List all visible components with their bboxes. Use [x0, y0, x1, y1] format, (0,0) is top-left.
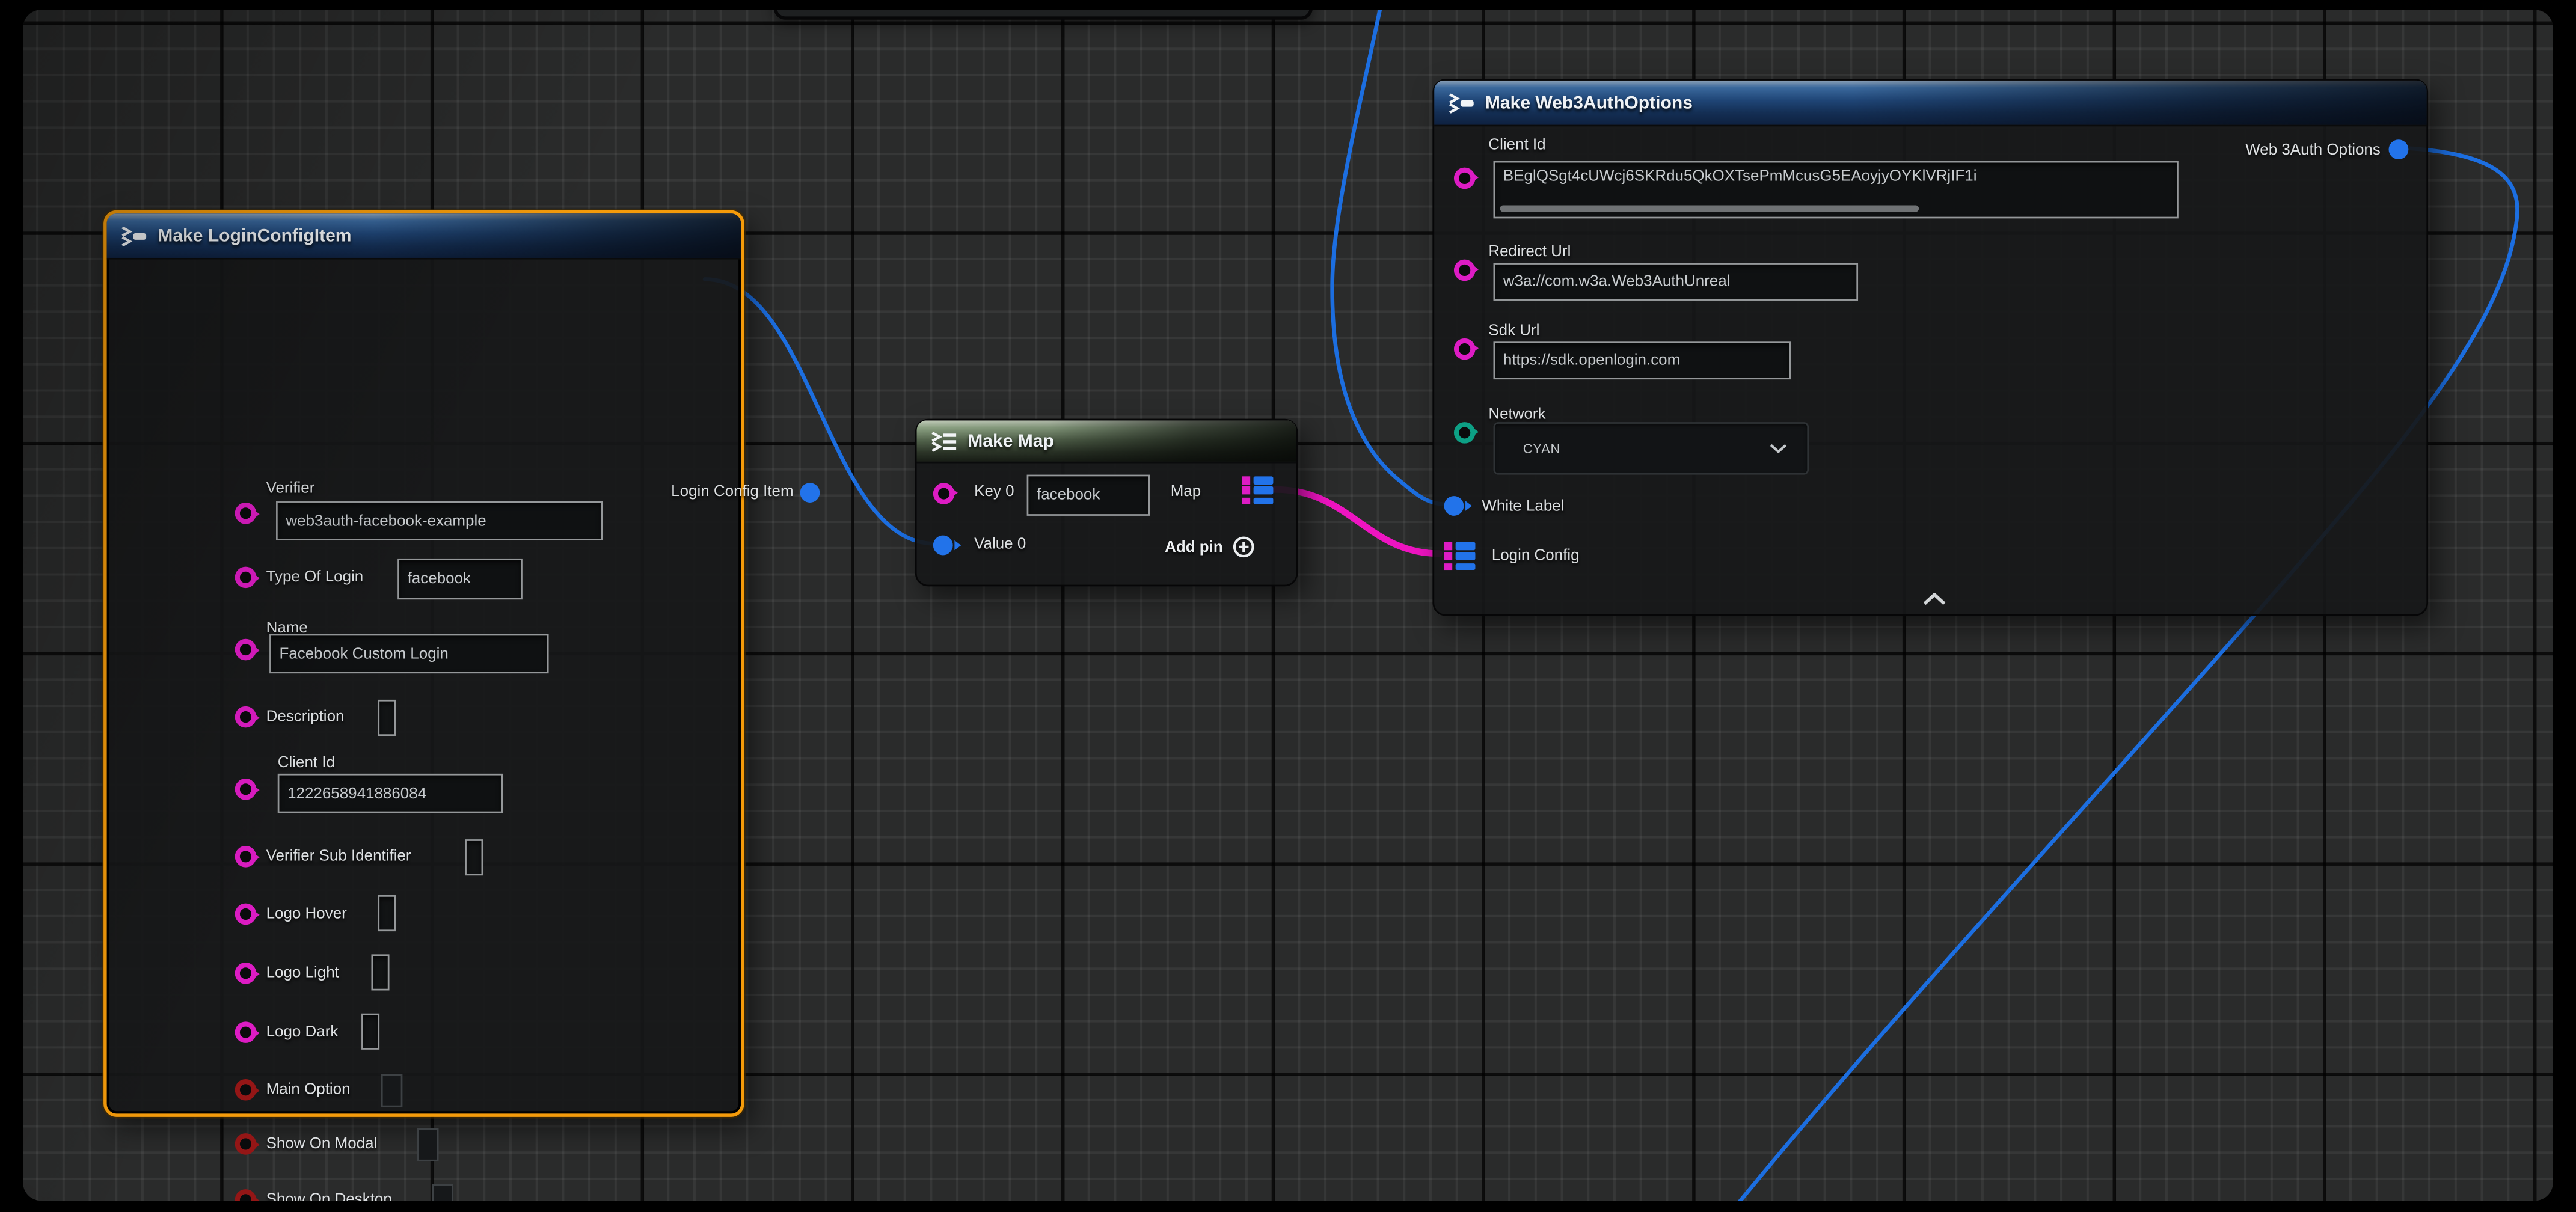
pin-label-description: Description [266, 709, 345, 726]
logo-dark-input[interactable] [361, 1014, 379, 1050]
verifier-sub-identifier-input[interactable] [465, 839, 483, 875]
pin-label-web3auth-options: Web 3Auth Options [2208, 143, 2381, 159]
node-title: Make LoginConfigItem [158, 226, 351, 246]
pin-label-client-id: Client Id [1488, 138, 1545, 154]
show-on-desktop-checkbox[interactable] [432, 1184, 454, 1201]
blueprint-editor: Make LoginConfigItem Login Config Item V… [0, 0, 2576, 1212]
pin-label-login-config: Login Config [1492, 549, 1580, 565]
logo-hover-input[interactable] [378, 895, 396, 931]
pin-label-show-on-modal: Show On Modal [266, 1137, 378, 1153]
pin-login-config[interactable] [1444, 542, 1475, 571]
blueprint-graph-canvas[interactable]: Make LoginConfigItem Login Config Item V… [23, 10, 2553, 1201]
node-make-map-header[interactable]: Make Map [917, 420, 1296, 463]
node-make-loginconfigitem-header[interactable]: Make LoginConfigItem [107, 213, 741, 260]
sdk-url-input[interactable]: https://sdk.openlogin.com [1494, 341, 1791, 379]
horizontal-scrollbar[interactable] [1500, 204, 1919, 212]
description-input[interactable] [378, 700, 396, 736]
pin-web3auth-options-output[interactable] [2389, 139, 2409, 159]
node-make-map[interactable]: Make Map Key 0 facebook Map Value 0 [915, 419, 1298, 587]
verifier-input[interactable]: web3auth-facebook-example [276, 501, 603, 540]
pin-client-id[interactable] [235, 779, 257, 800]
pin-label-verifier-sub-identifier: Verifier Sub Identifier [266, 849, 411, 866]
pin-logo-dark[interactable] [235, 1021, 257, 1043]
key-0-input[interactable]: facebook [1027, 475, 1150, 516]
node-title: Make Map [968, 431, 1054, 451]
pin-label-type-of-login: Type Of Login [266, 570, 364, 586]
make-map-icon [930, 431, 957, 451]
pin-label-login-config-item: Login Config Item [629, 485, 793, 501]
pin-label-verifier: Verifier [266, 482, 315, 498]
make-struct-icon [120, 226, 147, 246]
pin-logo-light[interactable] [235, 963, 257, 984]
pin-label-redirect-url: Redirect Url [1488, 245, 1571, 261]
pin-label-map: Map [1165, 485, 1201, 501]
pin-name[interactable] [235, 639, 257, 661]
plus-circle-icon [1233, 536, 1256, 559]
network-dropdown[interactable]: CYAN [1494, 422, 1809, 474]
pin-network[interactable] [1453, 421, 1475, 443]
wire-map-to-loginconfig[interactable] [1275, 489, 1439, 554]
add-pin-button[interactable]: Add pin [1165, 536, 1256, 559]
pin-value-0[interactable] [933, 536, 953, 556]
type-of-login-input[interactable]: facebook [397, 559, 523, 599]
pin-verifier[interactable] [235, 503, 257, 524]
pin-verifier-sub-identifier[interactable] [235, 846, 257, 868]
pin-white-label[interactable] [1444, 496, 1464, 516]
pin-label-show-on-desktop: Show On Desktop [266, 1193, 392, 1201]
make-struct-icon [1447, 93, 1475, 112]
pin-sdk-url[interactable] [1453, 337, 1475, 359]
pin-label-sdk-url: Sdk Url [1488, 323, 1539, 340]
name-input[interactable]: Facebook Custom Login [269, 634, 548, 674]
node-make-loginconfigitem[interactable]: Make LoginConfigItem Login Config Item V… [103, 210, 744, 1117]
network-dropdown-value: CYAN [1523, 441, 1560, 456]
pin-map-output[interactable] [1242, 476, 1272, 504]
pin-logo-hover[interactable] [235, 904, 257, 925]
pin-label-network: Network [1488, 408, 1545, 424]
main-option-checkbox[interactable] [381, 1074, 403, 1107]
node-title: Make Web3AuthOptions [1485, 93, 1693, 112]
show-on-modal-checkbox[interactable] [417, 1128, 439, 1162]
node-make-web3authoptions-header[interactable]: Make Web3AuthOptions [1434, 81, 2426, 127]
pin-client-id[interactable] [1453, 167, 1475, 188]
redirect-url-input[interactable]: w3a://com.w3a.Web3AuthUnreal [1494, 263, 1859, 301]
pin-label-logo-light: Logo Light [266, 966, 339, 982]
add-pin-label: Add pin [1165, 538, 1223, 556]
pin-label-white-label: White Label [1482, 500, 1564, 516]
pin-description[interactable] [235, 706, 257, 728]
pin-key-0[interactable] [932, 482, 954, 504]
wire-top-to-whitelabel[interactable] [1332, 10, 1446, 504]
pin-label-logo-hover: Logo Hover [266, 907, 347, 923]
chevron-down-icon [1770, 444, 1788, 453]
client-id-input[interactable]: 1222658941886084 [278, 774, 503, 813]
pin-main-option[interactable] [235, 1079, 257, 1101]
pin-redirect-url[interactable] [1453, 259, 1475, 280]
pin-label-logo-dark: Logo Dark [266, 1025, 339, 1041]
logo-light-input[interactable] [371, 954, 389, 990]
pin-label-value-0: Value 0 [974, 537, 1026, 553]
pin-login-config-item-output[interactable] [800, 483, 820, 503]
pin-show-on-modal[interactable] [235, 1133, 257, 1155]
node-make-web3authoptions[interactable]: Make Web3AuthOptions Web 3Auth Options C… [1432, 79, 2428, 616]
pin-label-client-id: Client Id [278, 756, 335, 772]
pin-type-of-login[interactable] [235, 567, 257, 589]
chevron-up-icon[interactable] [1922, 593, 1947, 606]
pin-label-main-option: Main Option [266, 1082, 351, 1098]
pin-label-key-0: Key 0 [974, 485, 1014, 501]
graph-grid[interactable]: Make LoginConfigItem Login Config Item V… [23, 10, 2553, 1201]
client-id-value: BEglQSgt4cUWcj6SKRdu5QkOXTsePmMcusG5EAoy… [1503, 168, 1977, 186]
client-id-input[interactable]: BEglQSgt4cUWcj6SKRdu5QkOXTsePmMcusG5EAoy… [1494, 161, 2179, 219]
